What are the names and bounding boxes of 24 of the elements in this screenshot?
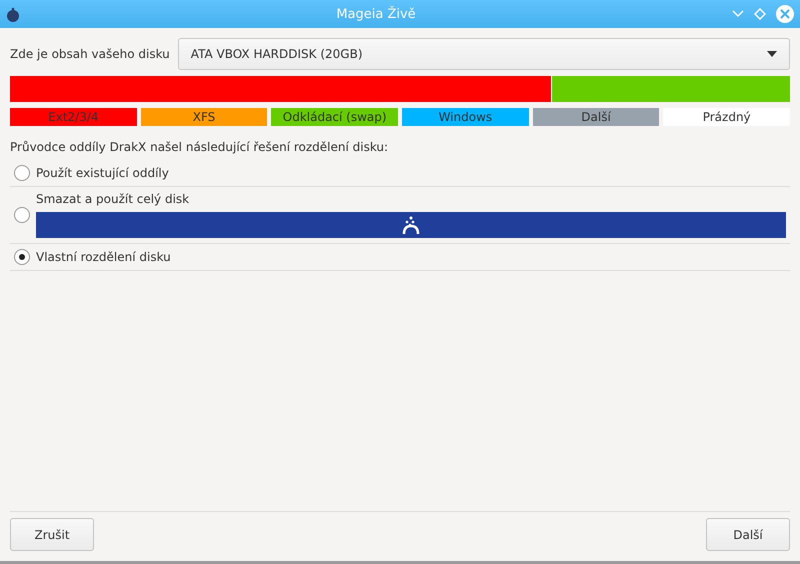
app-logo-icon <box>6 6 20 22</box>
legend-item: XFS <box>140 108 268 126</box>
radio-button[interactable] <box>14 249 30 265</box>
legend-item: Prázdný <box>663 108 790 126</box>
legend-item: Ext2/3/4 <box>10 108 137 126</box>
legend-item: Další <box>532 108 660 126</box>
option-label: Vlastní rozdělení disku <box>36 250 171 264</box>
radio-button[interactable] <box>14 165 30 181</box>
disk-label: Zde je obsah vašeho disku <box>10 47 170 61</box>
next-button[interactable]: Další <box>706 518 790 551</box>
legend-item: Odkládací (swap) <box>271 108 398 126</box>
option-label: Smazat a použít celý disk <box>36 192 190 206</box>
cancel-button[interactable]: Zrušit <box>10 518 94 551</box>
dropdown-caret-icon <box>767 51 777 57</box>
mageia-logo-icon <box>401 215 421 235</box>
disk-dropdown[interactable]: ATA VBOX HARDDISK (20GB) <box>178 38 790 70</box>
close-icon[interactable] <box>776 5 794 23</box>
maximize-icon[interactable] <box>754 8 766 20</box>
window-title: Mageia Živě <box>335 6 417 22</box>
minimize-icon[interactable] <box>732 10 744 18</box>
legend-item: Windows <box>402 108 529 126</box>
intro-text: Průvodce oddíly DrakX našel následující řešení rozdělení disku: <box>10 140 390 154</box>
option-label: Použít existující oddíly <box>36 166 169 180</box>
radio-button[interactable] <box>14 207 30 223</box>
